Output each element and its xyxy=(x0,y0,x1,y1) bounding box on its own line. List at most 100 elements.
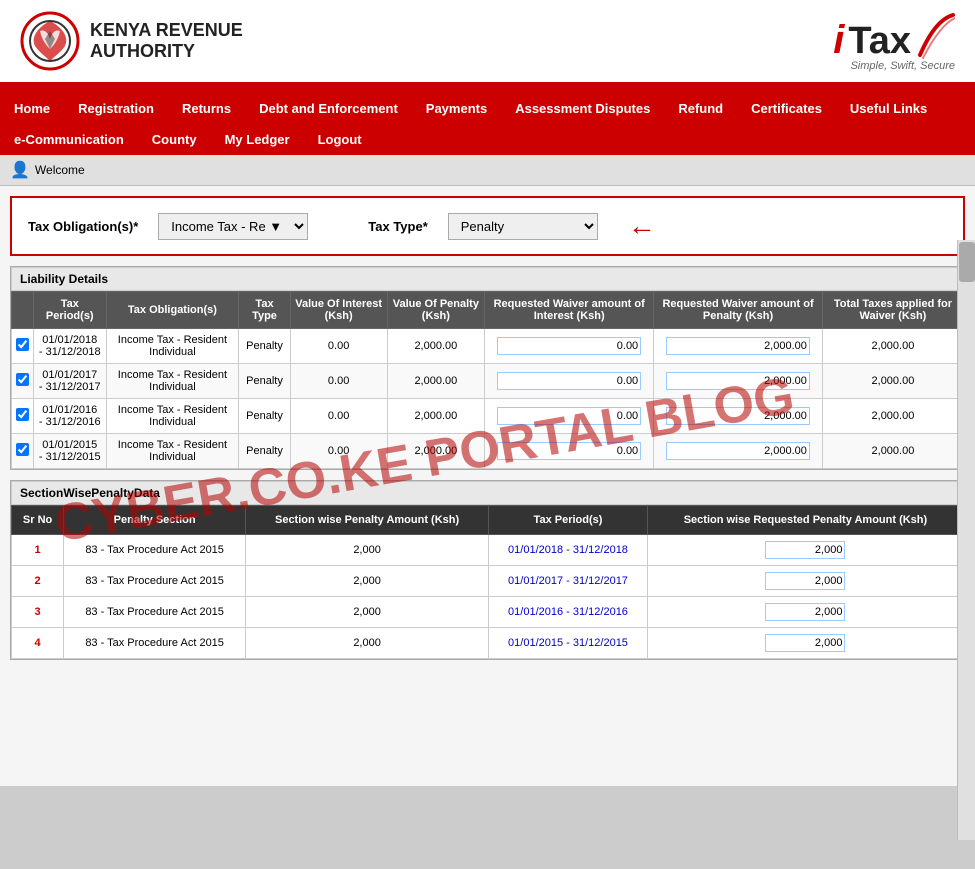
sw-col-sr: Sr No xyxy=(12,506,64,535)
liability-row: 01/01/2017 - 31/12/2017 Income Tax - Res… xyxy=(12,364,964,399)
row-checkbox[interactable] xyxy=(16,443,29,456)
row-checkbox-cell xyxy=(12,399,34,434)
user-icon: 👤 xyxy=(10,160,30,180)
kra-logo: Kenya Revenue Authority xyxy=(20,11,243,71)
section-wise-table: Sr No Penalty Section Section wise Penal… xyxy=(11,505,964,659)
itax-brand-tax: Tax xyxy=(848,22,911,60)
nav-logout[interactable]: Logout xyxy=(304,124,376,155)
req-interest-input[interactable] xyxy=(497,407,641,425)
row-req-interest xyxy=(485,329,654,364)
row-req-interest xyxy=(485,364,654,399)
row-interest: 0.00 xyxy=(290,329,387,364)
row-checkbox-cell xyxy=(12,364,34,399)
scrollbar-thumb[interactable] xyxy=(959,242,975,282)
welcome-text: Welcome xyxy=(35,163,85,177)
welcome-bar: 👤 Welcome xyxy=(0,155,975,186)
nav-registration[interactable]: Registration xyxy=(64,93,168,124)
section-wise-section: SectionWisePenaltyData Sr No Penalty Sec… xyxy=(10,480,965,660)
sw-section: 83 - Tax Procedure Act 2015 xyxy=(64,535,246,566)
req-penalty-input[interactable] xyxy=(666,337,810,355)
sw-section: 83 - Tax Procedure Act 2015 xyxy=(64,566,246,597)
tax-obligation-label: Tax Obligation(s)* xyxy=(28,219,138,234)
col-penalty-value: Value Of Penalty (Ksh) xyxy=(387,292,485,329)
nav-home[interactable]: Home xyxy=(0,93,64,124)
nav-certificates[interactable]: Certificates xyxy=(737,93,836,124)
arrow-right-indicator: ← xyxy=(628,210,656,242)
sw-requested xyxy=(647,628,963,659)
col-req-waiver-penalty: Requested Waiver amount of Penalty (Ksh) xyxy=(654,292,823,329)
row-penalty: 2,000.00 xyxy=(387,434,485,469)
liability-table-scroll[interactable]: Tax Period(s) Tax Obligation(s) Tax Type… xyxy=(11,291,964,469)
nav-refund[interactable]: Refund xyxy=(664,93,737,124)
row-type: Penalty xyxy=(239,399,290,434)
section-wise-row: 4 83 - Tax Procedure Act 2015 2,000 01/0… xyxy=(12,628,964,659)
row-penalty: 2,000.00 xyxy=(387,329,485,364)
nav-useful-links[interactable]: Useful Links xyxy=(836,93,941,124)
sw-amount: 2,000 xyxy=(246,535,489,566)
sw-requested-input[interactable] xyxy=(765,541,845,559)
nav-my-ledger[interactable]: My Ledger xyxy=(211,124,304,155)
liability-row: 01/01/2015 - 31/12/2015 Income Tax - Res… xyxy=(12,434,964,469)
scrollbar-track[interactable] xyxy=(957,240,975,840)
col-checkbox xyxy=(12,292,34,329)
nav-returns[interactable]: Returns xyxy=(168,93,245,124)
nav-payments[interactable]: Payments xyxy=(412,93,501,124)
row-period: 01/01/2015 - 31/12/2015 xyxy=(34,434,107,469)
col-req-waiver-interest: Requested Waiver amount of Interest (Ksh… xyxy=(485,292,654,329)
col-tax-obligation: Tax Obligation(s) xyxy=(106,292,239,329)
row-period: 01/01/2016 - 31/12/2016 xyxy=(34,399,107,434)
liability-row: 01/01/2018 - 31/12/2018 Income Tax - Res… xyxy=(12,329,964,364)
req-penalty-input[interactable] xyxy=(666,372,810,390)
req-interest-input[interactable] xyxy=(497,442,641,460)
itax-brand-i: i xyxy=(833,20,844,60)
nav-debt-enforcement[interactable]: Debt and Enforcement xyxy=(245,93,412,124)
row-checkbox[interactable] xyxy=(16,338,29,351)
section-wise-row: 2 83 - Tax Procedure Act 2015 2,000 01/0… xyxy=(12,566,964,597)
req-penalty-input[interactable] xyxy=(666,442,810,460)
liability-table: Tax Period(s) Tax Obligation(s) Tax Type… xyxy=(11,291,964,469)
section-wise-row: 1 83 - Tax Procedure Act 2015 2,000 01/0… xyxy=(12,535,964,566)
sw-requested xyxy=(647,535,963,566)
liability-section: Liability Details Tax Period(s) Tax Obli… xyxy=(10,266,965,470)
sw-requested-input[interactable] xyxy=(765,603,845,621)
req-penalty-input[interactable] xyxy=(666,407,810,425)
tax-obligation-select[interactable]: Income Tax - Re ▼ VAT Excise Duty xyxy=(158,213,308,240)
tax-type-select[interactable]: Penalty Interest Principal Tax xyxy=(448,213,598,240)
col-total-taxes: Total Taxes applied for Waiver (Ksh) xyxy=(822,292,963,329)
sw-requested-input[interactable] xyxy=(765,572,845,590)
nav-ecommunication[interactable]: e-Communication xyxy=(0,124,138,155)
sw-period: 01/01/2018 - 31/12/2018 xyxy=(489,535,648,566)
row-penalty: 2,000.00 xyxy=(387,399,485,434)
nav-assessment-disputes[interactable]: Assessment Disputes xyxy=(501,93,664,124)
section-wise-row: 3 83 - Tax Procedure Act 2015 2,000 01/0… xyxy=(12,597,964,628)
liability-row: 01/01/2016 - 31/12/2016 Income Tax - Res… xyxy=(12,399,964,434)
liability-section-title: Liability Details xyxy=(11,267,964,291)
row-period: 01/01/2017 - 31/12/2017 xyxy=(34,364,107,399)
sw-sr: 4 xyxy=(12,628,64,659)
sw-sr: 3 xyxy=(12,597,64,628)
row-checkbox-cell xyxy=(12,329,34,364)
req-interest-input[interactable] xyxy=(497,372,641,390)
tax-obligation-box: Tax Obligation(s)* Income Tax - Re ▼ VAT… xyxy=(10,196,965,256)
main-content: Tax Obligation(s)* Income Tax - Re ▼ VAT… xyxy=(0,186,975,786)
req-interest-input[interactable] xyxy=(497,337,641,355)
row-checkbox[interactable] xyxy=(16,408,29,421)
itax-swoosh-icon xyxy=(915,10,955,60)
navigation: Home Registration Returns Debt and Enfor… xyxy=(0,93,975,155)
sw-col-amount: Section wise Penalty Amount (Ksh) xyxy=(246,506,489,535)
nav-county[interactable]: County xyxy=(138,124,211,155)
row-interest: 0.00 xyxy=(290,364,387,399)
row-total: 2,000.00 xyxy=(822,329,963,364)
col-tax-type: Tax Type xyxy=(239,292,290,329)
sw-period: 01/01/2017 - 31/12/2017 xyxy=(489,566,648,597)
row-obligation: Income Tax - Resident Individual xyxy=(106,399,239,434)
sw-period: 01/01/2015 - 31/12/2015 xyxy=(489,628,648,659)
row-interest: 0.00 xyxy=(290,399,387,434)
sw-requested-input[interactable] xyxy=(765,634,845,652)
row-type: Penalty xyxy=(239,434,290,469)
sw-amount: 2,000 xyxy=(246,566,489,597)
sw-amount: 2,000 xyxy=(246,628,489,659)
row-checkbox[interactable] xyxy=(16,373,29,386)
row-total: 2,000.00 xyxy=(822,364,963,399)
row-req-penalty xyxy=(654,434,823,469)
